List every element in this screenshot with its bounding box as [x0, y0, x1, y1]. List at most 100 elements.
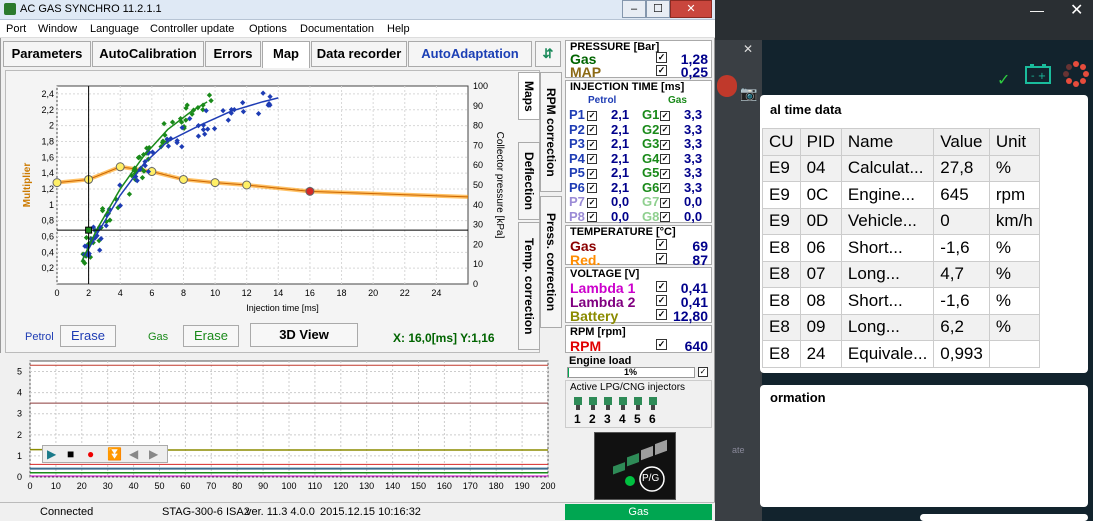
multiplier-point[interactable]: [210, 178, 220, 188]
next-icon[interactable]: ▶: [149, 447, 158, 461]
injection-gas-checkbox[interactable]: ✓: [658, 107, 672, 122]
record-icon[interactable]: ●: [87, 447, 94, 461]
injection-petrol-checkbox[interactable]: ✓: [585, 122, 599, 137]
pressure-panel: PRESSURE [Bar] Gas ✓ 1,28 MAP ✓ 0,25: [565, 40, 712, 80]
multiplier-point[interactable]: [305, 186, 315, 196]
pid-header[interactable]: Unit: [988, 128, 1040, 156]
recorder-graph[interactable]: 0 10 20 30 40 50 60 70 80 90 100 110 120 130 140 150 160…: [0, 353, 563, 502]
record-icon[interactable]: [717, 75, 737, 97]
minimize-button[interactable]: –: [622, 0, 646, 18]
realtime-title: al time data: [770, 102, 842, 117]
pid-row[interactable]: E8 06 Short... -1,6%: [762, 234, 1040, 262]
pressure-map-checkbox[interactable]: ✓: [656, 65, 667, 76]
injection-gas-checkbox[interactable]: ✓: [658, 194, 672, 209]
temperature-red-checkbox[interactable]: ✓: [656, 253, 667, 264]
x-tick-label: 6: [149, 288, 154, 298]
side-tab-maps[interactable]: Maps: [518, 72, 540, 120]
voltage-battery-checkbox[interactable]: ✓: [656, 309, 667, 320]
menu-window[interactable]: Window: [38, 23, 77, 35]
cursor-marker[interactable]: [85, 226, 93, 234]
tab-scroll-icon[interactable]: ⇵: [535, 41, 561, 67]
injection-gas-checkbox[interactable]: ✓: [658, 136, 672, 151]
pid-cell: E8: [762, 260, 801, 288]
side-tab-deflection[interactable]: Deflection: [518, 142, 540, 220]
injection-gas-checkbox[interactable]: ✓: [658, 122, 672, 137]
pid-header[interactable]: Name: [840, 128, 935, 156]
3d-view-button[interactable]: 3D View: [250, 323, 358, 347]
map-chart[interactable]: 0 2 4 6 8 10 12 14 16 18 20 22 240,20,40,60,811,21,4…: [5, 72, 540, 324]
menu-language[interactable]: Language: [90, 23, 139, 35]
pid-row[interactable]: E8 08 Short... -1,6%: [762, 287, 1040, 315]
loading-icon: [1063, 61, 1089, 87]
injection-petrol-checkbox[interactable]: ✓: [585, 194, 599, 209]
marker-icon[interactable]: ⏬: [107, 447, 122, 461]
petrol-erase-button[interactable]: Erase: [60, 325, 116, 347]
gas-point: ◆: [183, 104, 189, 112]
gas-erase-button[interactable]: Erase: [183, 325, 239, 347]
injection-petrol-checkbox[interactable]: ✓: [585, 180, 599, 195]
side-tab-press-correction[interactable]: Press. correction: [540, 196, 562, 328]
tab-parameters[interactable]: Parameters: [3, 41, 91, 67]
pid-header[interactable]: PID: [799, 128, 842, 156]
status-bar: Connected STAG-300-6 ISA2 ver. 11.3 4.0.…: [0, 502, 715, 521]
side-tab-rpm-correction[interactable]: RPM correction: [540, 72, 562, 192]
multiplier-point[interactable]: [178, 174, 188, 184]
injection-petrol-checkbox[interactable]: ✓: [585, 165, 599, 180]
maximize-button[interactable]: ☐: [646, 0, 670, 18]
pid-row[interactable]: E8 24 Equivale... 0,993: [762, 340, 1040, 368]
petrol-gas-switch[interactable]: P/G: [594, 432, 676, 500]
tab-autocalibration[interactable]: AutoCalibration: [92, 41, 204, 67]
pid-row[interactable]: E9 04 Calculat... 27,8%: [762, 154, 1040, 182]
injection-gas-checkbox[interactable]: ✓: [658, 165, 672, 180]
play-icon[interactable]: ▶: [47, 447, 56, 461]
pid-row[interactable]: E8 09 Long... 6,2%: [762, 313, 1040, 341]
close-icon[interactable]: ✕: [1070, 0, 1083, 20]
injection-gas-checkbox[interactable]: ✓: [658, 209, 672, 224]
injection-petrol-checkbox[interactable]: ✓: [585, 209, 599, 224]
pid-header[interactable]: Value: [933, 128, 990, 156]
y-tick-label: 5: [17, 367, 22, 377]
minimize-icon[interactable]: —: [1030, 2, 1044, 18]
pid-cell: Short...: [840, 234, 935, 262]
temperature-gas-checkbox[interactable]: ✓: [656, 239, 667, 250]
multiplier-point[interactable]: [52, 178, 62, 188]
menu-help[interactable]: Help: [387, 23, 410, 35]
injection-petrol-checkbox[interactable]: ✓: [585, 107, 599, 122]
pid-row[interactable]: E8 07 Long... 4,7%: [762, 260, 1040, 288]
engine-load-title: Engine load: [569, 355, 632, 367]
pid-row[interactable]: E9 0C Engine... 645 rpm: [762, 181, 1040, 209]
previous-icon[interactable]: ◀: [129, 447, 138, 461]
voltage-lambda2-checkbox[interactable]: ✓: [656, 295, 667, 306]
multiplier-point[interactable]: [242, 180, 252, 190]
injection-petrol-value: 2,1: [611, 150, 630, 166]
injection-gas-channel: G5: [642, 165, 660, 180]
camera-icon[interactable]: 📷: [740, 85, 757, 102]
menu-controller-update[interactable]: Controller update: [150, 23, 234, 35]
rpm-checkbox[interactable]: ✓: [656, 339, 667, 350]
menu-options[interactable]: Options: [249, 23, 287, 35]
tab-autoadaptation[interactable]: AutoAdaptation: [408, 41, 532, 67]
voltage-lambda1-row: Lambda 1 ✓ 0,41: [570, 280, 710, 296]
tab-map[interactable]: Map: [262, 41, 310, 68]
injection-gas-checkbox[interactable]: ✓: [658, 180, 672, 195]
injection-petrol-checkbox[interactable]: ✓: [585, 151, 599, 166]
x-tick-label: 60: [180, 481, 190, 491]
injection-petrol-checkbox[interactable]: ✓: [585, 136, 599, 151]
menu-documentation[interactable]: Documentation: [300, 23, 374, 35]
multiplier-point[interactable]: [115, 162, 125, 172]
side-tab-temp-correction[interactable]: Temp. correction: [518, 222, 540, 350]
engine-load-checkbox[interactable]: ✓: [698, 367, 708, 377]
pid-header[interactable]: CU: [762, 128, 801, 156]
tab-data-recorder[interactable]: Data recorder: [311, 41, 407, 67]
pressure-gas-checkbox[interactable]: ✓: [656, 52, 667, 63]
pid-row[interactable]: E9 0D Vehicle... 0 km/h: [762, 207, 1040, 235]
close-button[interactable]: ✕: [670, 0, 712, 18]
petrol-label: Petrol: [25, 331, 54, 343]
menu-port[interactable]: Port: [6, 23, 26, 35]
close-icon[interactable]: ✕: [743, 42, 753, 56]
stop-icon[interactable]: ■: [67, 447, 74, 461]
voltage-lambda1-checkbox[interactable]: ✓: [656, 281, 667, 292]
tab-errors[interactable]: Errors: [205, 41, 261, 67]
injection-gas-checkbox[interactable]: ✓: [658, 151, 672, 166]
x-tick-label: 24: [431, 288, 441, 298]
